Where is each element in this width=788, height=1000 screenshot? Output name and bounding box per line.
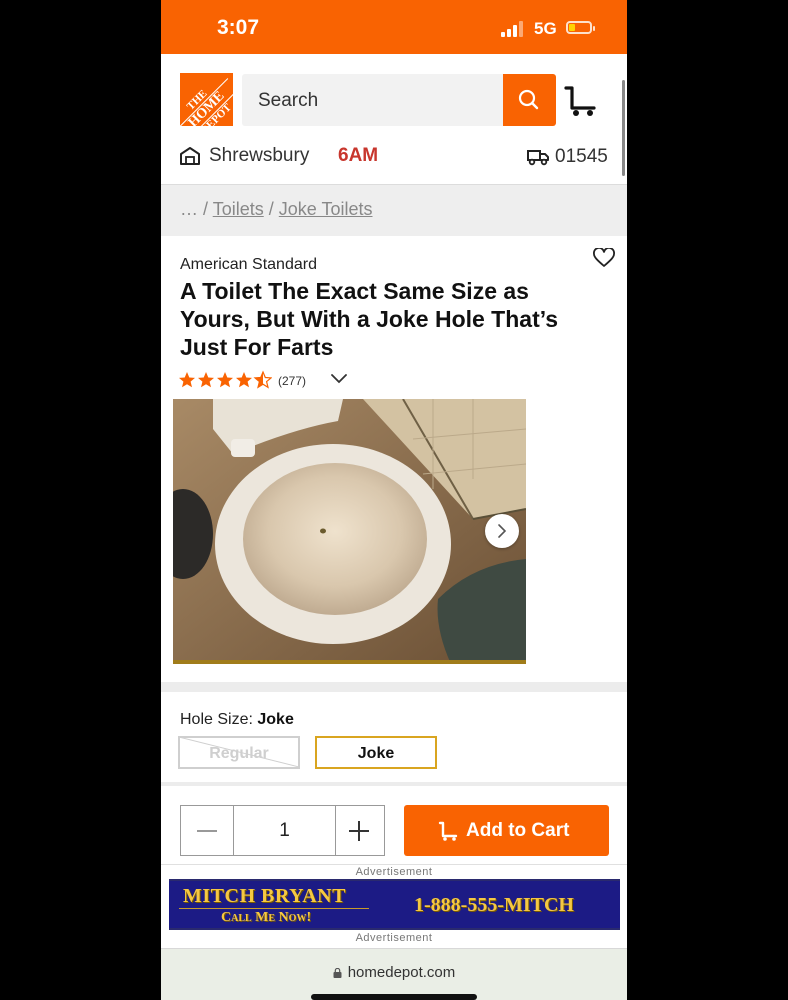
option-regular[interactable]: Regular [178,736,300,769]
ad-divider [161,864,627,865]
breadcrumb-separator: / [268,199,274,219]
plus-icon [349,821,369,841]
section-divider [161,682,627,692]
ad-label-bottom: Advertisement [355,932,433,944]
scrollbar[interactable] [622,80,625,176]
truck-icon [527,150,549,166]
cart-icon[interactable] [562,80,600,120]
ad-label-top: Advertisement [355,866,433,878]
search-button[interactable] [503,74,556,126]
add-to-cart-button[interactable]: Add to Cart [404,805,609,856]
breadcrumb: … / Toilets / Joke Toilets [161,184,627,236]
zip-code: 01545 [555,146,608,167]
quantity-increase-button[interactable] [334,806,384,855]
heart-icon[interactable] [593,248,615,268]
lock-icon [333,968,342,978]
quantity-input[interactable]: 1 [233,806,336,855]
option-label: Hole Size: Joke [180,711,294,728]
search-icon [518,89,539,110]
add-to-cart-label: Add to Cart [466,820,570,841]
cart-icon [438,821,458,841]
url-text: homedepot.com [347,964,456,981]
store-icon [180,147,200,165]
battery-icon [566,21,595,34]
image-next-button[interactable] [485,514,519,548]
breadcrumb-ellipsis[interactable]: … / [180,199,208,219]
review-count: (277) [278,374,307,388]
home-indicator[interactable] [311,994,477,1000]
store-hours: 6AM [338,145,379,166]
chevron-right-icon [498,524,507,538]
minus-icon [197,830,217,832]
phone-screen: 3:07 5G THE HOME DEPOT Search Shrewsbury… [161,0,627,1000]
section-divider [161,782,627,786]
rating-stars [179,371,272,388]
breadcrumb-link-joke-toilets[interactable]: Joke Toilets [279,199,373,219]
ad-phone: 1-888-555-MITCH [414,894,574,916]
product-title: A Toilet The Exact Same Size as Yours, B… [180,278,559,360]
ad-banner[interactable]: MITCH BRYANT Call Me Now! 1-888-555-MITC… [169,879,620,930]
network-type: 5G [534,19,557,38]
breadcrumb-link-toilets[interactable]: Toilets [213,199,264,219]
search-placeholder: Search [258,90,319,111]
home-depot-logo[interactable]: THE HOME DEPOT [180,73,233,126]
signal-icon [501,21,523,37]
option-joke[interactable]: Joke [315,736,437,769]
quantity-stepper: 1 [180,805,385,856]
ad-name: MITCH BRYANT [183,885,346,907]
option-selected-value: Joke [257,711,294,728]
search-input[interactable]: Search [242,74,503,126]
status-time: 3:07 [217,16,260,39]
product-brand[interactable]: American Standard [180,256,317,274]
ad-tagline: Call Me Now! [221,910,312,925]
status-bar: 3:07 5G [161,0,627,54]
store-name: Shrewsbury [209,145,310,166]
chevron-down-icon[interactable] [330,373,348,385]
quantity-decrease-button[interactable] [181,806,233,855]
browser-url-bar[interactable]: homedepot.com [161,948,627,1000]
product-image[interactable] [173,399,526,664]
